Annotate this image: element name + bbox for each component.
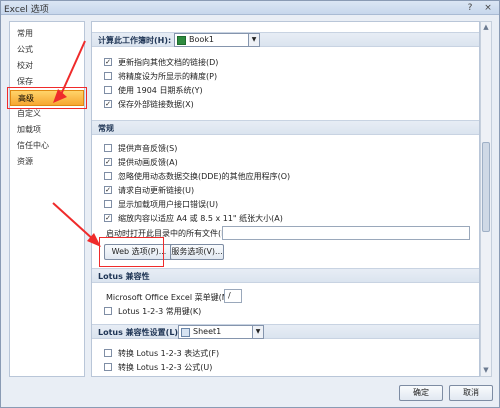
arrow-head-advanced [53, 89, 67, 103]
annotation-arrows [52, 40, 101, 247]
arrow-to-advanced [58, 40, 86, 100]
excel-options-dialog: Excel 选项 ? × 常用 公式 校对 保存 高级 自定义 加载项 信任中心… [0, 0, 500, 408]
arrow-to-web-options [52, 202, 96, 242]
